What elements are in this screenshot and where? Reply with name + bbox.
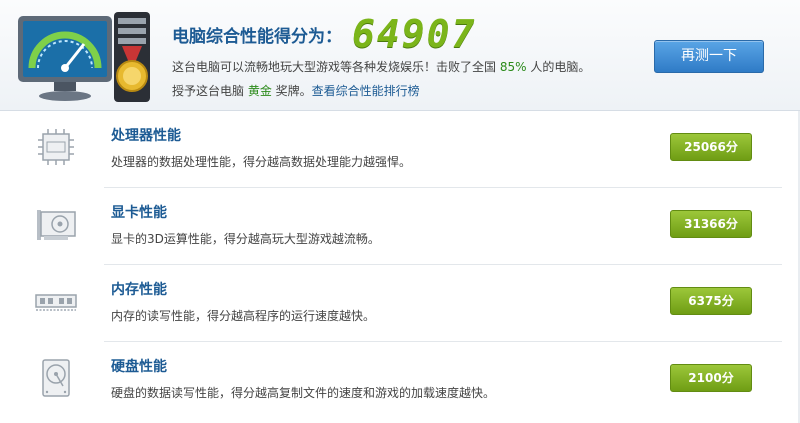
performance-meter-monitor-icon bbox=[18, 12, 150, 102]
graphics-title: 显卡性能 bbox=[111, 205, 167, 221]
disk-score-badge: 2100分 bbox=[670, 364, 752, 392]
cpu-score-badge: 25066分 bbox=[670, 133, 752, 161]
graphics-description: 显卡的3D运算性能，得分越高玩大型游戏越流畅。 bbox=[111, 232, 380, 246]
memory-description: 内存的读写性能，得分越高程序的运行速度越快。 bbox=[111, 309, 376, 323]
cpu-title: 处理器性能 bbox=[111, 128, 181, 144]
summary-text-end: 人的电脑。 bbox=[526, 60, 591, 74]
cpu-icon bbox=[38, 129, 74, 165]
score-value: 64907 bbox=[352, 12, 477, 56]
award-line: 授予这台电脑 黄金 奖牌。查看综合性能排行榜 bbox=[172, 82, 420, 99]
award-text-end: 奖牌。 bbox=[271, 84, 312, 98]
cpu-description: 处理器的数据处理性能，得分越高数据处理能力越强悍。 bbox=[111, 155, 412, 169]
hard-disk-icon bbox=[42, 359, 70, 397]
total-score: 电脑综合性能得分为： 64907 bbox=[172, 12, 477, 56]
list-item-disk: 硬盘性能 硬盘的数据读写性能，得分越高复制文件的速度和游戏的加载速度越快。 21… bbox=[0, 342, 800, 419]
score-label: 电脑综合性能得分为： bbox=[172, 26, 342, 47]
ranking-link[interactable]: 查看综合性能排行榜 bbox=[312, 84, 420, 98]
memory-icon bbox=[35, 294, 77, 311]
performance-summary: 这台电脑可以流畅地玩大型游戏等各种发烧娱乐！击败了全国 85% 人的电脑。 bbox=[172, 58, 590, 75]
list-item-memory: 内存性能 内存的读写性能，得分越高程序的运行速度越快。 6375分 bbox=[0, 265, 800, 342]
retest-button[interactable]: 再测一下 bbox=[654, 40, 764, 73]
disk-title: 硬盘性能 bbox=[111, 359, 167, 375]
component-score-list: 处理器性能 处理器的数据处理性能，得分越高数据处理能力越强悍。 25066分 显… bbox=[0, 111, 800, 419]
summary-text-start: 这台电脑可以流畅地玩大型游戏等各种发烧娱乐！击败了全国 bbox=[172, 60, 500, 74]
graphics-score-badge: 31366分 bbox=[670, 210, 752, 238]
list-item-cpu: 处理器性能 处理器的数据处理性能，得分越高数据处理能力越强悍。 25066分 bbox=[0, 111, 800, 188]
memory-score-badge: 6375分 bbox=[670, 287, 752, 315]
beat-percent: 85% bbox=[499, 60, 527, 74]
disk-description: 硬盘的数据读写性能，得分越高复制文件的速度和游戏的加载速度越快。 bbox=[111, 386, 496, 400]
memory-title: 内存性能 bbox=[111, 282, 167, 298]
graphics-card-icon bbox=[37, 210, 76, 240]
list-item-graphics: 显卡性能 显卡的3D运算性能，得分越高玩大型游戏越流畅。 31366分 bbox=[0, 188, 800, 265]
award-text-start: 授予这台电脑 bbox=[172, 84, 248, 98]
score-header: 电脑综合性能得分为： 64907 这台电脑可以流畅地玩大型游戏等各种发烧娱乐！击… bbox=[0, 0, 800, 111]
medal-name: 黄金 bbox=[247, 84, 272, 98]
